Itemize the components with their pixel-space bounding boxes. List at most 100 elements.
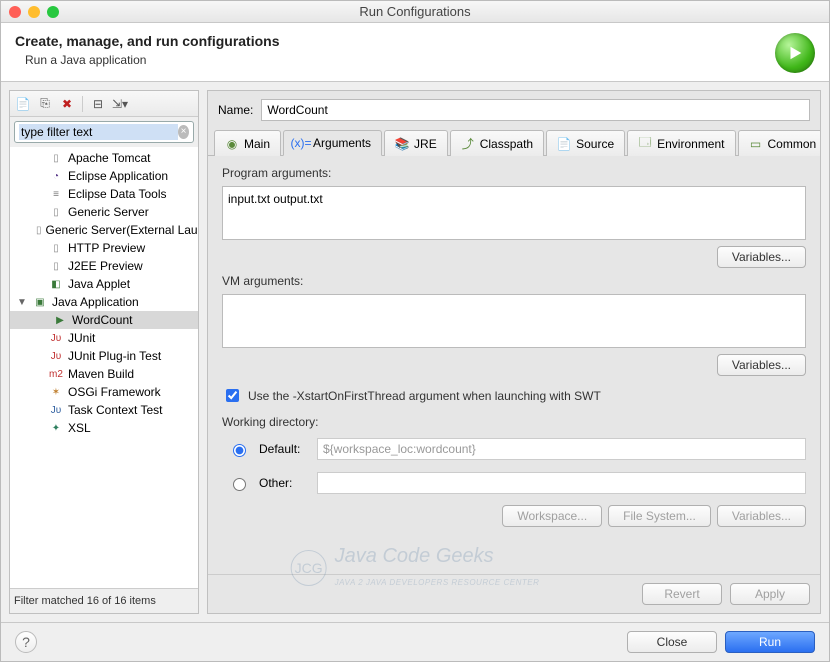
arguments-tab-content: Program arguments: input.txt output.txt … [208, 155, 820, 574]
applet-icon: ◧ [48, 277, 64, 291]
right-pane: Name: ◉Main(x)=Arguments📚JRE⤴Classpath📄S… [207, 90, 821, 614]
classpath-icon: ⤴ [461, 137, 475, 151]
dialog-footer: ? Close Run [1, 622, 829, 661]
tree-item[interactable]: ✦XSL [10, 419, 198, 437]
left-toolbar: 📄 ⎘ ✖ ⊟ ⇲▾ [10, 91, 198, 117]
delete-config-icon[interactable]: ✖ [58, 95, 76, 113]
server-icon: ▯ [48, 241, 64, 255]
tab-jre[interactable]: 📚 JRE [384, 130, 448, 156]
swt-thread-checkbox-row[interactable]: Use the -XstartOnFirstThread argument wh… [222, 386, 806, 405]
filter-menu-icon[interactable]: ⇲▾ [111, 95, 129, 113]
tree-item-label: Java Applet [68, 277, 130, 291]
tree-item[interactable]: ▼ ▣ Java Application [10, 293, 198, 311]
tree-item-label: Task Context Test [68, 403, 163, 417]
tree-item-label: Generic Server [68, 205, 149, 219]
tab-arguments[interactable]: (x)=Arguments [283, 130, 382, 156]
tree-item[interactable]: ▯ Apache Tomcat [10, 149, 198, 167]
program-args-variables-button[interactable]: Variables... [717, 246, 806, 268]
help-icon[interactable]: ? [15, 631, 37, 653]
name-input[interactable] [261, 99, 810, 121]
tree-item[interactable]: JᴜJUnit Plug-in Test [10, 347, 198, 365]
apply-button[interactable]: Apply [730, 583, 810, 605]
wd-workspace-button[interactable]: Workspace... [502, 505, 602, 527]
tree-item[interactable]: ≡ Eclipse Data Tools [10, 185, 198, 203]
tab-label: Arguments [313, 136, 371, 150]
tab-source[interactable]: 📄Source [546, 130, 625, 156]
server-icon: ▯ [36, 223, 42, 237]
clear-filter-icon[interactable]: × [178, 125, 189, 139]
window-controls [9, 6, 59, 18]
filter-input[interactable] [19, 124, 178, 140]
tree-item[interactable]: ▯ Generic Server(External Launch) [10, 221, 198, 239]
collapse-all-icon[interactable]: ⊟ [89, 95, 107, 113]
wd-filesystem-button[interactable]: File System... [608, 505, 711, 527]
toolbar-separator [82, 96, 83, 112]
run-hero-icon [775, 33, 815, 73]
wd-variables-button[interactable]: Variables... [717, 505, 806, 527]
config-tree[interactable]: ▯ Apache Tomcat ◔ Eclipse Application ≡ Eclip… [10, 147, 198, 588]
program-args-input[interactable]: input.txt output.txt [222, 186, 806, 240]
env-icon: 🗔 [638, 137, 652, 151]
vm-args-input[interactable] [222, 294, 806, 348]
duplicate-config-icon[interactable]: ⎘ [36, 95, 54, 113]
tree-item-label: WordCount [72, 313, 132, 327]
tree-item[interactable]: ✶OSGi Framework [10, 383, 198, 401]
tree-item[interactable]: Jᴜ Task Context Test [10, 401, 198, 419]
run-button[interactable]: Run [725, 631, 815, 653]
program-args-label: Program arguments: [222, 166, 806, 180]
new-config-icon[interactable]: 📄 [14, 95, 32, 113]
tree-item[interactable]: ▯J2EE Preview [10, 257, 198, 275]
tree-item[interactable]: m2Maven Build [10, 365, 198, 383]
vm-args-variables-button[interactable]: Variables... [717, 354, 806, 376]
tab-common[interactable]: ▭Common [738, 130, 822, 156]
tree-item-label: Java Application [52, 295, 139, 309]
tab-classpath[interactable]: ⤴Classpath [450, 130, 544, 156]
xsl-icon: ✦ [48, 421, 64, 435]
eclipse-icon: ◔ [48, 169, 64, 183]
tab-bar: ◉Main(x)=Arguments📚JRE⤴Classpath📄Source🗔… [208, 129, 820, 155]
task-icon: Jᴜ [48, 403, 64, 417]
jre-icon: 📚 [395, 137, 409, 151]
tree-item[interactable]: ▶WordCount [10, 311, 198, 329]
revert-button[interactable]: Revert [642, 583, 722, 605]
tree-item[interactable]: ◧ Java Applet [10, 275, 198, 293]
tab-label: JRE [414, 137, 437, 151]
close-button[interactable]: Close [627, 631, 717, 653]
tab-environment[interactable]: 🗔Environment [627, 130, 735, 156]
junit-icon: Jᴜ [48, 331, 64, 345]
swt-thread-checkbox[interactable] [226, 389, 239, 402]
window-title: Run Configurations [1, 4, 829, 19]
twisty-icon[interactable]: ▼ [16, 297, 28, 308]
wd-default-value: ${workspace_loc:wordcount} [317, 438, 806, 460]
tree-item-label: Generic Server(External Launch) [46, 223, 198, 237]
tree-item-label: OSGi Framework [68, 385, 161, 399]
tab-label: Source [576, 137, 614, 151]
titlebar: Run Configurations [1, 1, 829, 23]
tree-item-label: JUnit [68, 331, 95, 345]
tab-label: Main [244, 137, 270, 151]
wd-other-input[interactable] [317, 472, 806, 494]
db-icon: ≡ [48, 187, 64, 201]
tab-main[interactable]: ◉Main [214, 130, 281, 156]
left-pane: 📄 ⎘ ✖ ⊟ ⇲▾ × ▯ Apache Tomcat ◔ Eclipse Appl… [9, 90, 199, 614]
maven-icon: m2 [48, 367, 64, 381]
java-app-icon: ▣ [32, 295, 48, 309]
tree-item[interactable]: ▯Generic Server [10, 203, 198, 221]
tree-item[interactable]: ▯HTTP Preview [10, 239, 198, 257]
filter-status: Filter matched 16 of 16 items [10, 588, 198, 613]
tree-item[interactable]: ◔ Eclipse Application [10, 167, 198, 185]
header-title: Create, manage, and run configurations [15, 33, 775, 49]
close-window-icon[interactable] [9, 6, 21, 18]
minimize-window-icon[interactable] [28, 6, 40, 18]
tree-item-label: Eclipse Application [68, 169, 168, 183]
tree-item-label: Apache Tomcat [68, 151, 151, 165]
tree-item[interactable]: Jᴜ JUnit [10, 329, 198, 347]
wd-other-radio[interactable] [233, 478, 246, 491]
server-icon: ▯ [48, 259, 64, 273]
tree-item-label: Eclipse Data Tools [68, 187, 167, 201]
wd-default-radio[interactable] [233, 444, 246, 457]
zoom-window-icon[interactable] [47, 6, 59, 18]
run-config-window: Run Configurations Create, manage, and r… [0, 0, 830, 662]
swt-thread-label: Use the -XstartOnFirstThread argument wh… [248, 389, 601, 403]
server-icon: ▯ [48, 151, 64, 165]
